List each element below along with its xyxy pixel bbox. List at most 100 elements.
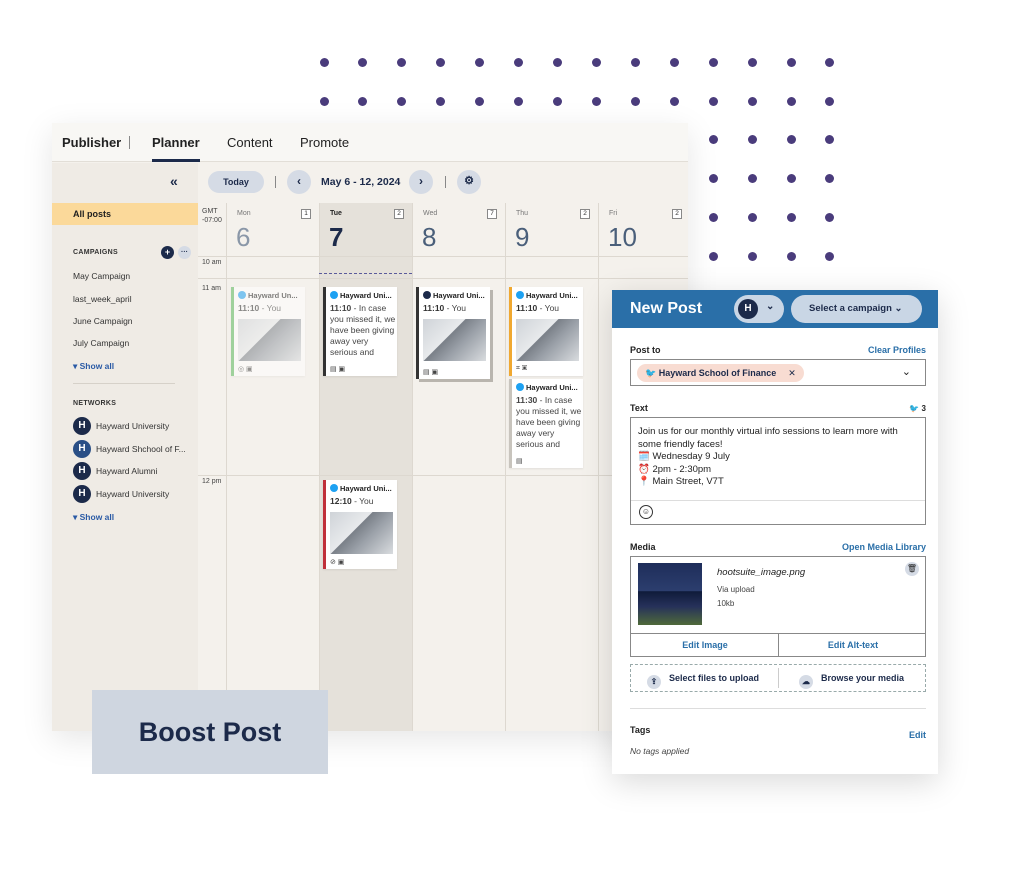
decorative-dot — [358, 97, 367, 106]
new-post-panel: New Post H ⌄ Select a campaign ⌄ Post to… — [612, 290, 938, 774]
campaigns-show-all-link[interactable]: ▾ Show all — [73, 361, 114, 372]
post-status-icons: ▤ ▣ — [330, 366, 346, 373]
time-label: 10 am — [202, 259, 222, 266]
decorative-dot — [787, 174, 796, 183]
campaign-item[interactable]: May Campaign — [73, 271, 130, 281]
post-text-editor[interactable]: Join us for our monthly virtual info ses… — [630, 417, 926, 525]
sidebar: « All posts CAMPAIGNS + ··· May Campaign… — [52, 163, 198, 731]
select-files-button[interactable]: ⇪ Select files to upload — [647, 665, 795, 692]
decorative-dot — [709, 252, 718, 261]
open-media-library-link[interactable]: Open Media Library — [842, 542, 926, 552]
post-time-value: 11:10 — [423, 303, 445, 313]
tab-promote[interactable]: Promote — [300, 135, 349, 150]
clear-profiles-link[interactable]: Clear Profiles — [868, 345, 926, 355]
settings-gear-icon[interactable]: ⚙ — [457, 170, 481, 194]
post-profile-name: Hayward Uni... — [433, 291, 485, 300]
post-time-value: 12:10 — [330, 496, 352, 506]
post-count-badge: 2 — [672, 209, 682, 219]
post-image — [516, 319, 579, 361]
decorative-dot — [514, 58, 523, 67]
post-card[interactable]: Hayward Uni... 11:10 - You ⌗ ▣ — [509, 287, 583, 376]
post-to-field[interactable]: 🐦 Hayward School of Finance ✕ ⌄ — [630, 359, 926, 386]
timezone-label: GMT -07:00 — [202, 207, 222, 225]
campaigns-heading: CAMPAIGNS — [73, 249, 118, 256]
text-label: Text — [630, 403, 648, 413]
post-card[interactable]: Hayward Uni... 12:10 - You ⊘ ▣ — [323, 480, 397, 569]
nav-divider — [129, 136, 130, 149]
collapse-sidebar-icon[interactable]: « — [170, 173, 178, 189]
upload-icon: ⇪ — [647, 675, 661, 689]
decorative-dot — [553, 97, 562, 106]
post-time-value: 11:10 — [238, 303, 260, 313]
post-image — [238, 319, 301, 361]
select-campaign-dropdown[interactable]: Select a campaign ⌄ — [791, 295, 922, 323]
chevron-down-icon: ⌄ — [894, 303, 903, 314]
decorative-dot — [748, 252, 757, 261]
post-profile: Hayward Uni... — [330, 484, 392, 493]
decorative-dot — [436, 58, 445, 67]
tab-publisher[interactable]: Publisher — [62, 135, 121, 150]
remove-profile-icon[interactable]: ✕ — [788, 368, 796, 378]
emoji-icon[interactable]: ☺ — [639, 505, 653, 519]
planner-window: Publisher Planner Content Promote « All … — [52, 123, 688, 731]
post-card[interactable]: Hayward Uni... 11:30 - In case you misse… — [509, 379, 583, 468]
more-options-icon[interactable]: ··· — [178, 246, 191, 259]
edit-image-button[interactable]: Edit Image — [631, 634, 779, 656]
decorative-dot — [553, 58, 562, 67]
twitter-icon: 🐦 — [909, 404, 920, 413]
post-card[interactable]: Hayward Uni... 11:10 - You ▤ ▣ — [416, 287, 490, 379]
post-author: - You — [444, 303, 467, 313]
edit-tags-link[interactable]: Edit — [909, 730, 926, 740]
browse-media-label: Browse your media — [821, 673, 905, 683]
post-image — [423, 319, 486, 361]
tab-content[interactable]: Content — [227, 135, 273, 150]
day-column-wed[interactable]: Wed 8 7 — [412, 203, 505, 731]
post-card[interactable]: Hayward Un... 11:10 - You ◎ ▣ — [231, 287, 305, 376]
day-name: Wed — [423, 210, 438, 217]
next-week-icon[interactable]: › — [409, 170, 433, 194]
avatar: H — [73, 462, 91, 480]
chevron-down-icon[interactable]: ⌄ — [902, 365, 911, 378]
trash-icon[interactable]: 🗑 — [905, 562, 919, 576]
decorative-dot — [631, 97, 640, 106]
decorative-dot — [670, 58, 679, 67]
active-tab-indicator — [152, 159, 200, 162]
tab-planner[interactable]: Planner — [152, 135, 200, 150]
decorative-dot — [397, 58, 406, 67]
media-thumbnail — [638, 563, 702, 625]
twitter-icon — [330, 291, 338, 299]
upload-area: ⇪ Select files to upload ☁ Browse your med… — [630, 664, 926, 692]
post-author: - You — [537, 303, 560, 313]
campaign-item[interactable]: June Campaign — [73, 316, 133, 326]
decorative-dot — [748, 213, 757, 222]
character-counter: 🐦 3 — [909, 404, 926, 413]
decorative-dot — [475, 97, 484, 106]
today-button[interactable]: Today — [208, 171, 264, 193]
decorative-dot — [709, 213, 718, 222]
decorative-dot — [825, 97, 834, 106]
day-number: 9 — [515, 222, 530, 252]
browse-media-button[interactable]: ☁ Browse your media — [799, 665, 947, 692]
campaign-item[interactable]: last_week_april — [73, 294, 132, 304]
sidebar-item-all-posts[interactable]: All posts — [52, 203, 198, 225]
media-attachment: hootsuite_image.png Via upload 10kb 🗑 Ed… — [630, 556, 926, 657]
networks-show-all-link[interactable]: ▾ Show all — [73, 512, 114, 523]
day-column-mon[interactable]: Mon 6 1 — [226, 203, 319, 731]
section-divider — [630, 708, 926, 709]
day-column-tue[interactable]: Tue 7 2 — [319, 203, 412, 731]
show-all-label: Show all — [79, 512, 115, 522]
add-campaign-icon[interactable]: + — [161, 246, 174, 259]
post-profile: Hayward Uni... — [516, 291, 578, 300]
boost-post-button[interactable]: Boost Post — [92, 690, 328, 774]
edit-alt-text-button[interactable]: Edit Alt-text — [779, 634, 927, 656]
editor-divider — [631, 500, 925, 501]
post-profile: Hayward Uni... — [423, 291, 485, 300]
decorative-dot — [397, 97, 406, 106]
decorative-dot — [631, 58, 640, 67]
post-profile: Hayward Un... — [238, 291, 298, 300]
post-card[interactable]: Hayward Uni... 11:10 - In case you misse… — [323, 287, 397, 376]
prev-week-icon[interactable]: ‹ — [287, 170, 311, 194]
profile-selector[interactable]: H ⌄ — [734, 295, 784, 323]
campaign-item[interactable]: July Campaign — [73, 338, 129, 348]
decorative-dot — [787, 58, 796, 67]
